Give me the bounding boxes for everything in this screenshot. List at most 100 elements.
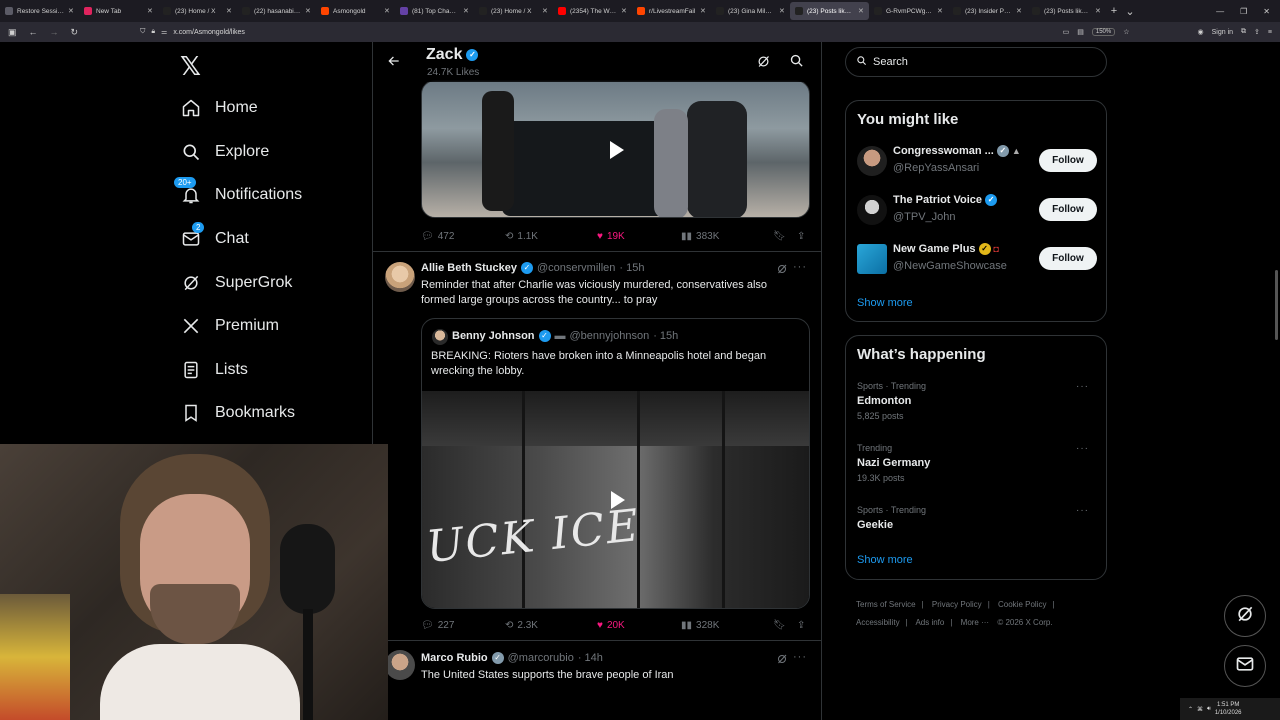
- accessibility-link[interactable]: Accessibility: [856, 618, 900, 627]
- quoted-tweet[interactable]: Benny Johnson ✓ ▬ @bennyjohnson · 15h BR…: [421, 318, 810, 609]
- suggestion-item[interactable]: New Game Plus ✓ ◘ @NewGameShowcase Follo…: [857, 243, 1097, 275]
- author-handle[interactable]: @conservmillen: [537, 262, 615, 274]
- tab-close-icon[interactable]: ✕: [1016, 7, 1022, 15]
- x-logo-icon[interactable]: 𝕏: [180, 52, 201, 82]
- browser-tab[interactable]: (2354) The White H ✕: [553, 2, 632, 20]
- search-icon[interactable]: [789, 53, 804, 73]
- author-name[interactable]: Marco Rubio: [421, 652, 488, 664]
- url-bar[interactable]: ⛉ 🔒︎ ⚌ x.com/Asmongold/likes: [140, 28, 245, 36]
- browser-tab[interactable]: (23) Insider Paper o ✕: [948, 2, 1027, 20]
- video-thumbnail[interactable]: [421, 80, 810, 218]
- browser-tab[interactable]: (81) Top Channels ✕: [395, 2, 474, 20]
- sidebar-item-notifications[interactable]: 20+ Notifications: [174, 177, 302, 210]
- tab-close-icon[interactable]: ✕: [779, 7, 785, 15]
- volume-icon[interactable]: 🔊︎: [1207, 706, 1211, 713]
- ads-info-link[interactable]: Ads info: [915, 618, 944, 627]
- sign-in-link[interactable]: Sign in: [1212, 29, 1233, 36]
- more-options-icon[interactable]: ···: [1076, 505, 1089, 516]
- suggestion-item[interactable]: Congresswoman ... ✓ ▲ @RepYassAnsari Fol…: [857, 145, 1097, 177]
- browser-tab[interactable]: (22) hasanabi on X ✕: [237, 2, 316, 20]
- terms-link[interactable]: Terms of Service: [856, 600, 916, 609]
- tweet-time[interactable]: · 14h: [578, 652, 603, 664]
- share-button[interactable]: ⇪: [797, 620, 805, 631]
- privacy-link[interactable]: Privacy Policy: [932, 600, 982, 609]
- browser-tab[interactable]: Asmongold ✕: [316, 2, 395, 20]
- network-icon[interactable]: ⌘: [1197, 706, 1203, 713]
- reload-icon[interactable]: ↻: [71, 27, 79, 38]
- share-icon[interactable]: ⇪: [1254, 28, 1260, 36]
- zoom-level[interactable]: 150%: [1091, 28, 1116, 36]
- sidebar-toggle-icon[interactable]: ▣: [8, 27, 17, 38]
- cookie-link[interactable]: Cookie Policy: [998, 600, 1046, 609]
- url-text[interactable]: x.com/Asmongold/likes: [173, 29, 245, 36]
- tab-close-icon[interactable]: ✕: [463, 7, 469, 15]
- quote-video[interactable]: UCK ICE: [422, 391, 809, 608]
- browser-tab[interactable]: G-RvmPCWgAABG ✕: [869, 2, 948, 20]
- reply-button[interactable]: 💬︎ 472: [421, 231, 505, 242]
- tab-close-icon[interactable]: ✕: [305, 7, 311, 15]
- browser-tab[interactable]: (23) Home / X ✕: [474, 2, 553, 20]
- show-more-link[interactable]: Show more: [857, 554, 913, 566]
- more-options-icon[interactable]: ···: [1076, 381, 1089, 392]
- browser-tab[interactable]: New Tab ✕: [79, 2, 158, 20]
- back-nav-icon[interactable]: ←: [29, 27, 38, 37]
- page-scrollbar[interactable]: [1275, 270, 1278, 340]
- extensions-icon[interactable]: ⧉: [1241, 28, 1246, 36]
- like-button[interactable]: ♥ 19K: [597, 231, 681, 242]
- messages-fab-button[interactable]: [1224, 645, 1266, 687]
- views-button[interactable]: ▮▮ 328K: [681, 620, 773, 631]
- show-more-link[interactable]: Show more: [857, 297, 913, 309]
- picture-in-picture-icon[interactable]: ▭: [1063, 28, 1070, 36]
- tab-close-icon[interactable]: ✕: [68, 7, 74, 15]
- close-window-icon[interactable]: ✕: [1263, 7, 1270, 16]
- bookmark-button[interactable]: 🔖︎: [773, 620, 797, 631]
- browser-tab[interactable]: (23) Posts liked by ✕: [790, 2, 869, 20]
- repost-button[interactable]: ⟲ 2.3K: [505, 620, 597, 631]
- trend-item[interactable]: Trending Nazi Germany 19.3K posts ···: [857, 443, 1097, 483]
- tab-close-icon[interactable]: ✕: [542, 7, 548, 15]
- views-button[interactable]: ▮▮ 383K: [681, 231, 773, 242]
- sidebar-item-premium[interactable]: Premium: [180, 311, 279, 341]
- sidebar-item-home[interactable]: Home: [180, 93, 258, 123]
- account-icon[interactable]: ◉: [1198, 28, 1204, 36]
- like-button[interactable]: ♥ 20K: [597, 620, 681, 631]
- author-name[interactable]: Allie Beth Stuckey: [421, 262, 517, 274]
- back-arrow-icon[interactable]: [387, 54, 401, 71]
- suggestion-item[interactable]: The Patriot Voice ✓ @TPV_John Follow: [857, 194, 1097, 226]
- browser-tab[interactable]: r/LivestreamFail ✕: [632, 2, 711, 20]
- author-handle[interactable]: @marcorubio: [508, 652, 574, 664]
- maximize-icon[interactable]: ❐: [1240, 7, 1247, 16]
- browser-tab[interactable]: (23) Posts liked by ✕: [1027, 2, 1106, 20]
- tab-list-dropdown-icon[interactable]: ⌄: [1122, 5, 1138, 18]
- trend-item[interactable]: Sports · Trending Edmonton 5,825 posts ·…: [857, 381, 1097, 421]
- bookmark-star-icon[interactable]: ☆: [1123, 28, 1129, 36]
- reader-view-icon[interactable]: ▤: [1077, 28, 1084, 36]
- play-icon[interactable]: [611, 491, 625, 509]
- bookmark-button[interactable]: 🔖︎: [773, 231, 797, 242]
- grok-icon[interactable]: [756, 54, 771, 74]
- more-options-icon[interactable]: ···: [793, 651, 807, 663]
- play-icon[interactable]: [610, 141, 624, 159]
- more-options-icon[interactable]: ···: [1076, 443, 1089, 454]
- sidebar-item-bookmarks[interactable]: Bookmarks: [180, 398, 295, 428]
- menu-icon[interactable]: ≡: [1268, 29, 1272, 36]
- tweet-time[interactable]: · 15h: [619, 262, 644, 274]
- forward-nav-icon[interactable]: →: [50, 27, 59, 37]
- reply-button[interactable]: 💬︎ 227: [421, 620, 505, 631]
- sidebar-item-chat[interactable]: 2 Chat: [180, 222, 249, 254]
- browser-tab[interactable]: Restore Session ✕: [0, 2, 79, 20]
- tray-chevron-icon[interactable]: ⌃: [1188, 706, 1193, 713]
- grok-fab-button[interactable]: [1224, 595, 1266, 637]
- avatar[interactable]: [385, 262, 415, 292]
- tab-close-icon[interactable]: ✕: [1095, 7, 1101, 15]
- share-button[interactable]: ⇪: [797, 231, 805, 242]
- tab-close-icon[interactable]: ✕: [226, 7, 232, 15]
- minimize-icon[interactable]: —: [1216, 7, 1224, 16]
- more-options-icon[interactable]: ···: [793, 261, 807, 273]
- trend-item[interactable]: Sports · Trending Geekie ···: [857, 505, 1097, 531]
- tab-close-icon[interactable]: ✕: [858, 7, 864, 15]
- more-link[interactable]: More ···: [961, 618, 989, 627]
- sidebar-item-supergrok[interactable]: SuperGrok: [180, 268, 292, 298]
- tab-close-icon[interactable]: ✕: [621, 7, 627, 15]
- tab-close-icon[interactable]: ✕: [700, 7, 706, 15]
